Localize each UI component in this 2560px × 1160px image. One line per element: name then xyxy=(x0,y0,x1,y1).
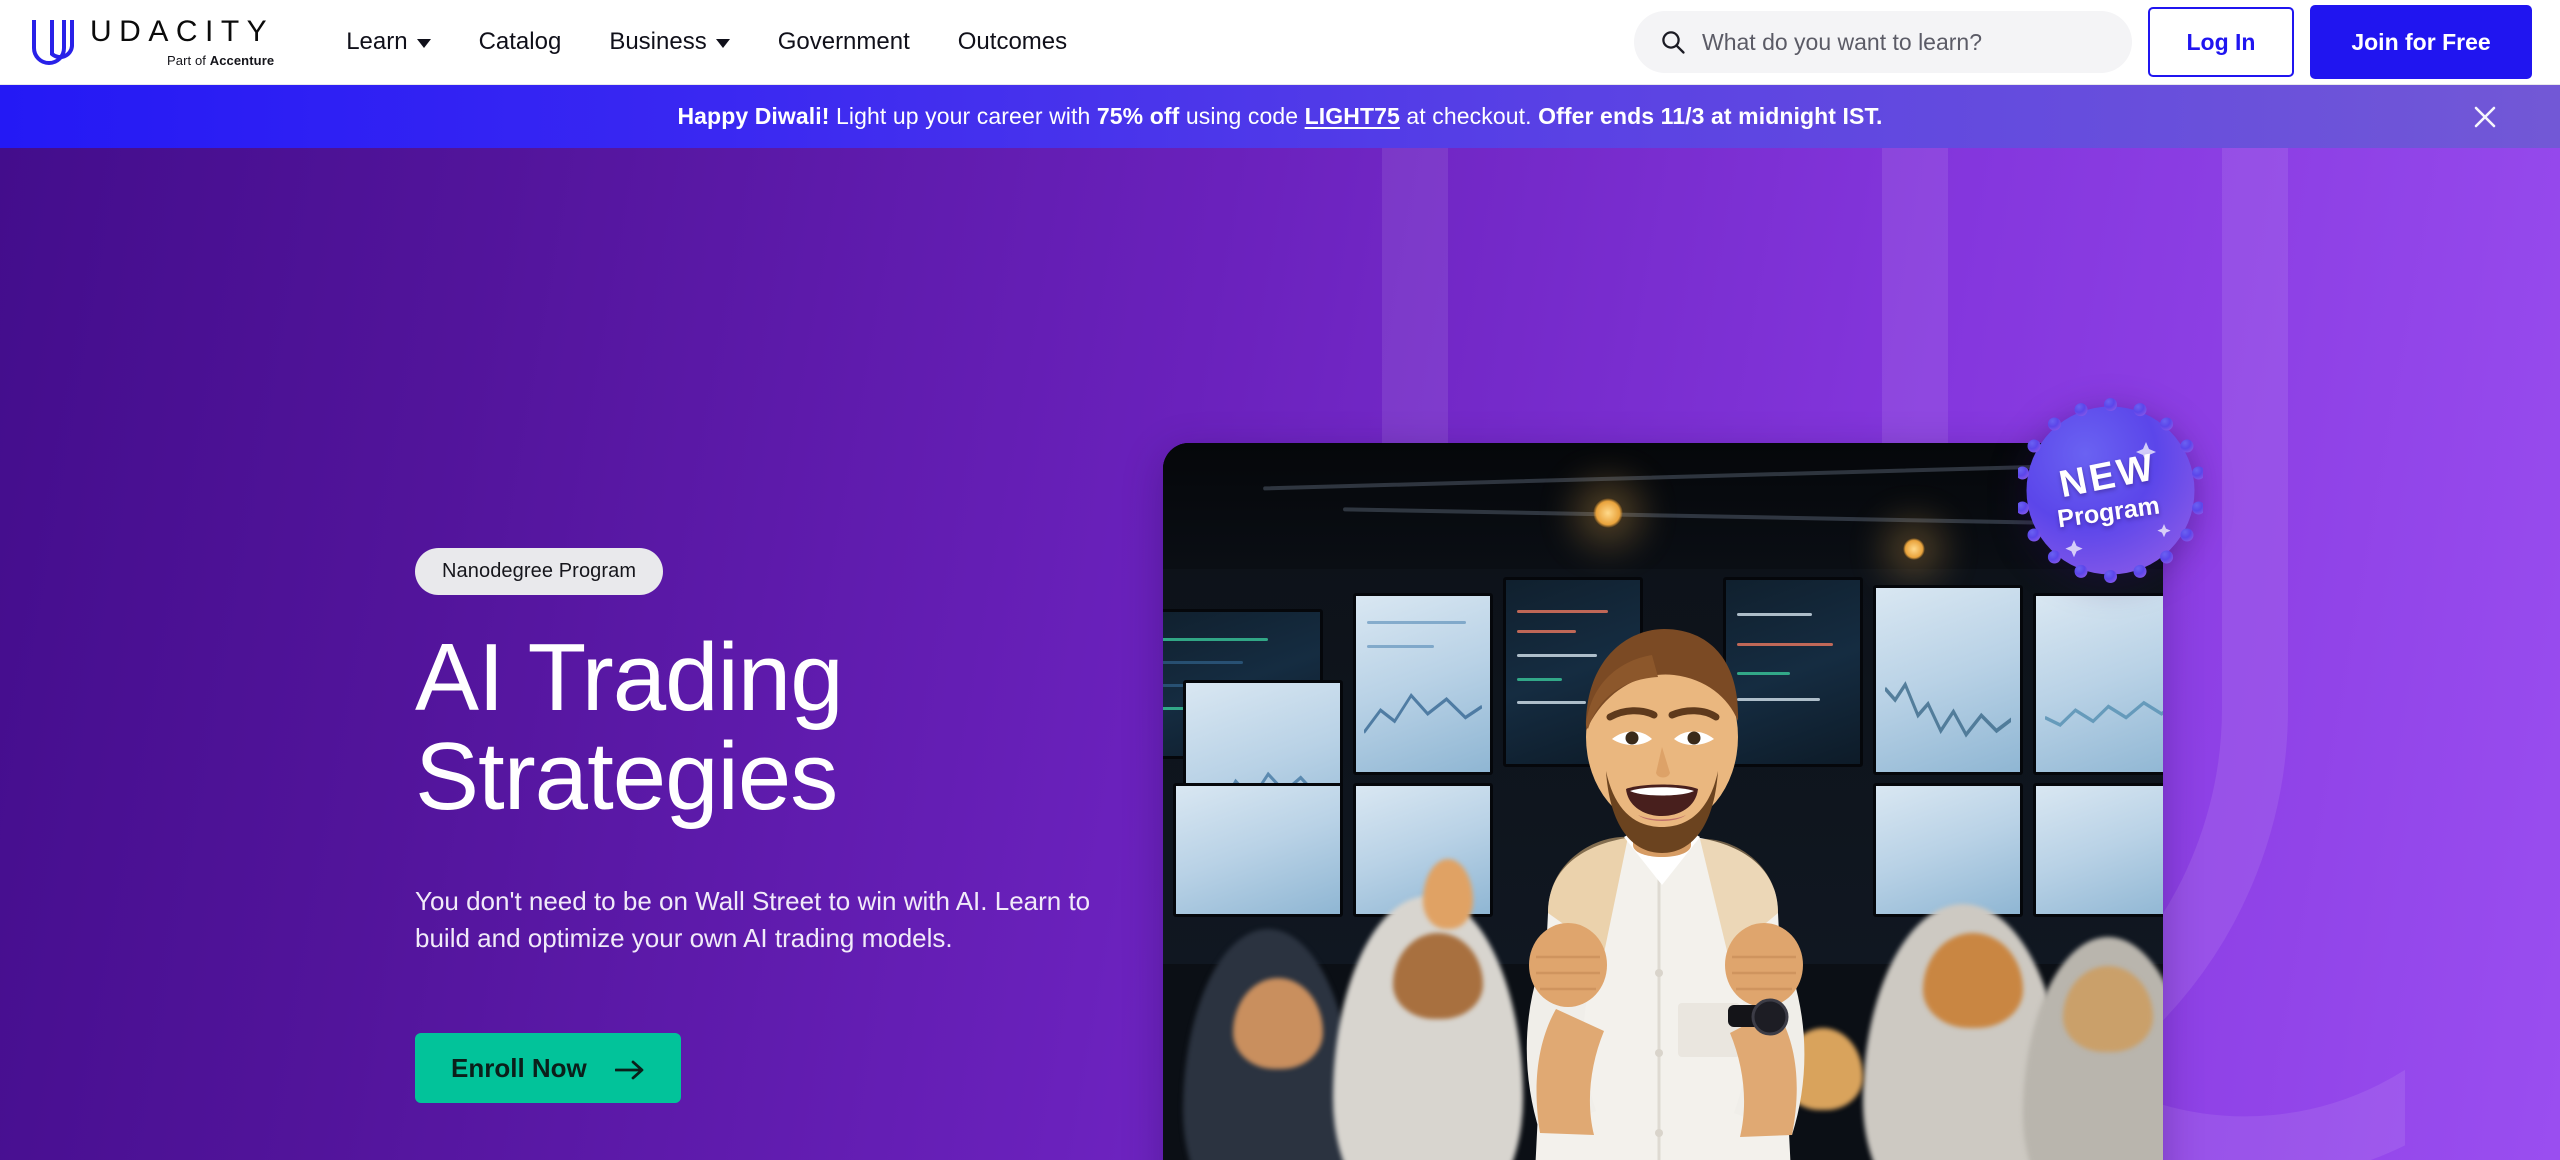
new-program-badge: NEW Program xyxy=(2015,398,2206,583)
nav-item-catalog[interactable]: Catalog xyxy=(479,28,562,56)
search-box[interactable] xyxy=(1634,11,2132,73)
logo-wordmark: UDACITY xyxy=(90,15,275,48)
nav-item-outcomes[interactable]: Outcomes xyxy=(958,28,1067,56)
logo-subtitle: Part of Accenture xyxy=(166,53,275,68)
promo-greeting: Happy Diwali! xyxy=(677,103,830,129)
arrow-right-icon xyxy=(614,1057,645,1080)
chevron-down-icon xyxy=(715,39,730,48)
promo-text-2: using code xyxy=(1179,103,1305,129)
udacity-u-logo-icon xyxy=(30,16,76,68)
hero-section: Nanodegree Program AI Trading Strategies… xyxy=(0,148,2560,1160)
hero-description: You don't need to be on Wall Street to w… xyxy=(415,885,1091,954)
nav-item-business[interactable]: Business xyxy=(609,28,730,56)
hero-copy: Nanodegree Program AI Trading Strategies… xyxy=(415,548,1115,1104)
promo-banner-text: Happy Diwali! Light up your career with … xyxy=(677,103,1882,130)
promo-code[interactable]: LIGHT75 xyxy=(1305,103,1400,129)
hero-person-figure xyxy=(1526,629,1805,1160)
promo-text-1: Light up your career with xyxy=(829,103,1097,129)
nav-label: Learn xyxy=(346,28,408,55)
hero-title-line-1: AI Trading xyxy=(415,624,844,731)
promo-deadline: Offer ends 11/3 at midnight IST. xyxy=(1538,103,1883,129)
search-icon xyxy=(1660,29,1686,55)
close-icon[interactable] xyxy=(2470,102,2500,132)
promo-discount: 75% off xyxy=(1096,103,1180,129)
promo-text-3: at checkout. xyxy=(1399,103,1539,129)
header-actions: Log In Join for Free xyxy=(1634,5,2532,79)
nav-item-government[interactable]: Government xyxy=(778,28,910,56)
join-for-free-button[interactable]: Join for Free xyxy=(2310,5,2532,79)
main-navigation: Learn Catalog Business Government Outcom… xyxy=(346,28,1067,56)
nav-label: Business xyxy=(609,28,707,55)
nav-label: Catalog xyxy=(478,28,562,55)
hero-title-line-2: Strategies xyxy=(415,722,838,830)
enroll-now-label: Enroll Now xyxy=(451,1052,587,1083)
nav-label: Government xyxy=(777,28,910,55)
chevron-down-icon xyxy=(416,39,431,48)
promo-banner: Happy Diwali! Light up your career with … xyxy=(0,85,2560,148)
login-button[interactable]: Log In xyxy=(2148,7,2294,77)
nav-label: Outcomes xyxy=(957,28,1068,55)
program-type-badge: Nanodegree Program xyxy=(415,548,664,595)
nav-item-learn[interactable]: Learn xyxy=(346,28,431,56)
site-header: UDACITY Part of Accenture Learn Catalog … xyxy=(0,0,2560,85)
hero-image xyxy=(1163,443,2163,1160)
hero-media: NEW Program xyxy=(1163,398,2206,1160)
enroll-now-button[interactable]: Enroll Now xyxy=(415,1033,681,1104)
udacity-logo[interactable]: UDACITY Part of Accenture xyxy=(30,16,274,68)
hero-title: AI Trading Strategies xyxy=(415,628,1115,830)
search-input[interactable] xyxy=(1702,28,2106,56)
